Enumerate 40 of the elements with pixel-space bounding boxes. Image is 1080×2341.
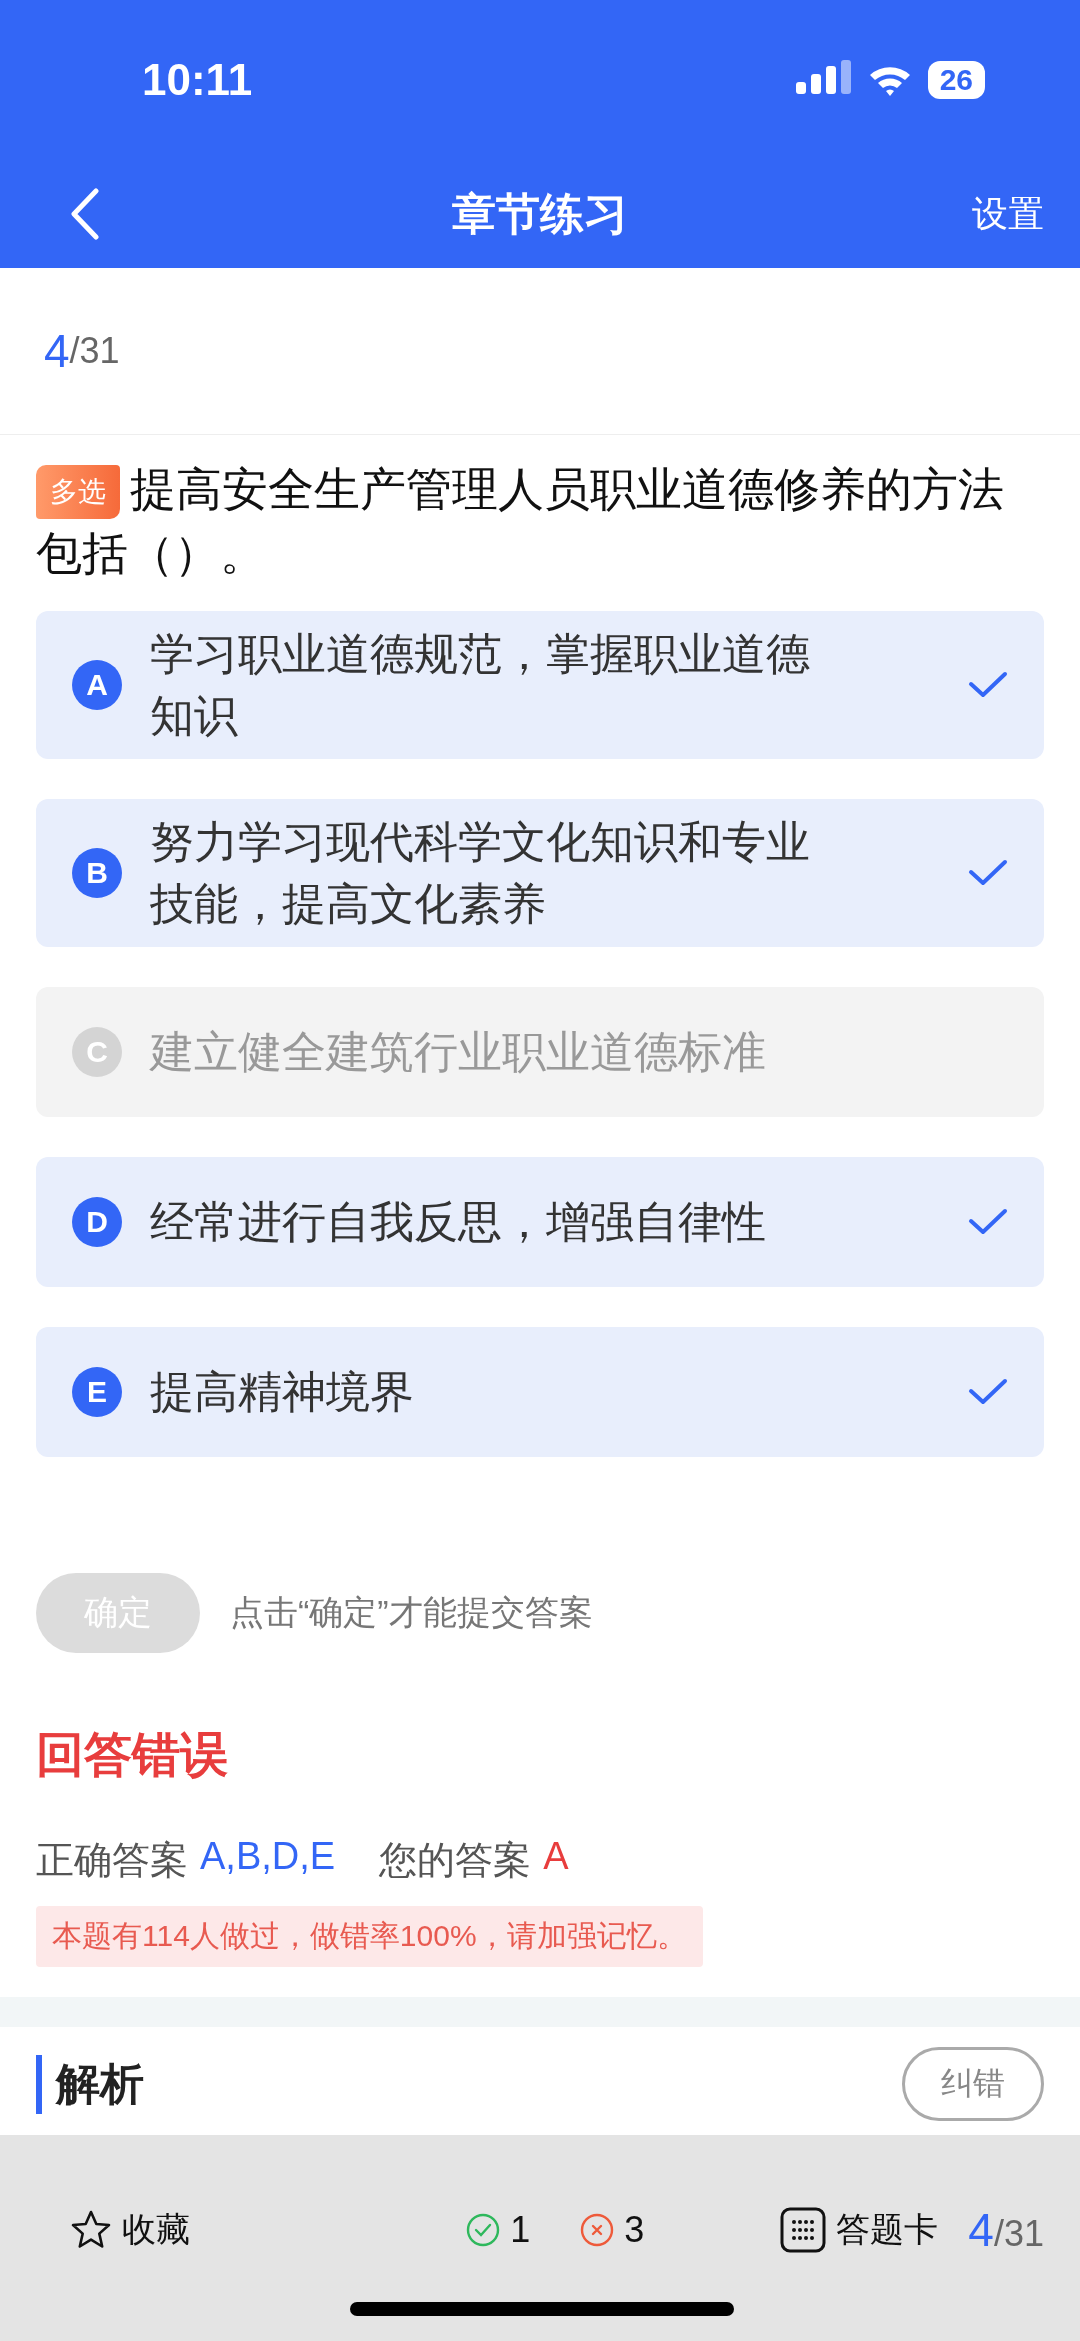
current-question-number: 4 [44, 324, 70, 378]
option-letter: E [72, 1367, 122, 1417]
star-icon [70, 2209, 112, 2251]
current-question-number: 4 [968, 2204, 994, 2256]
grid-icon [780, 2207, 827, 2253]
answer-option[interactable]: B 努力学习现代科学文化知识和专业技能，提高文化素养 [36, 799, 1044, 947]
option-letter: D [72, 1197, 122, 1247]
question-text: 多选 提高安全生产管理人员职业道德修养的方法包括（）。 [36, 462, 1005, 581]
correct-answer: A,B,D,E [200, 1835, 336, 1879]
your-answer: A [543, 1835, 569, 1879]
option-letter: B [72, 848, 122, 898]
correct-count: 1 [510, 2209, 531, 2251]
battery-indicator: 26 [927, 61, 985, 99]
check-icon [968, 859, 1008, 887]
question-total: /31 [69, 330, 120, 372]
confirm-hint: 点击“确定”才能提交答案 [230, 1592, 593, 1633]
back-icon[interactable] [70, 188, 100, 240]
analysis-title: 解析 [36, 2054, 144, 2114]
your-answer-label: 您的答案 [379, 1838, 532, 1883]
check-icon [968, 1208, 1008, 1236]
check-icon [968, 1378, 1008, 1406]
answer-option[interactable]: E 提高精神境界 [36, 1327, 1044, 1457]
option-letter: A [72, 660, 122, 710]
error-rate-notice: 本题有114人做过，做错率100%，请加强记忆。 [36, 1906, 703, 1967]
answer-card-button[interactable]: 答题卡 [780, 2207, 939, 2253]
answer-option[interactable]: D 经常进行自我反思，增强自律性 [36, 1157, 1044, 1287]
report-error-button[interactable]: 纠错 [902, 2047, 1044, 2121]
result-title: 回答错误 [36, 1727, 229, 1783]
answer-option[interactable]: A 学习职业道德规范，掌握职业道德知识 [36, 611, 1044, 759]
check-icon [968, 671, 1008, 699]
question-total: /31 [993, 2213, 1044, 2254]
status-time: 10:11 [142, 55, 253, 105]
question-type-tag: 多选 [36, 465, 120, 519]
wrong-icon [580, 2213, 615, 2247]
page-title: 章节练习 [452, 187, 628, 240]
wrong-count: 3 [624, 2209, 645, 2251]
favorite-button[interactable]: 收藏 [70, 2207, 190, 2253]
settings-button[interactable]: 设置 [972, 189, 1044, 239]
correct-answer-label: 正确答案 [36, 1838, 188, 1883]
correct-icon [466, 2213, 501, 2247]
